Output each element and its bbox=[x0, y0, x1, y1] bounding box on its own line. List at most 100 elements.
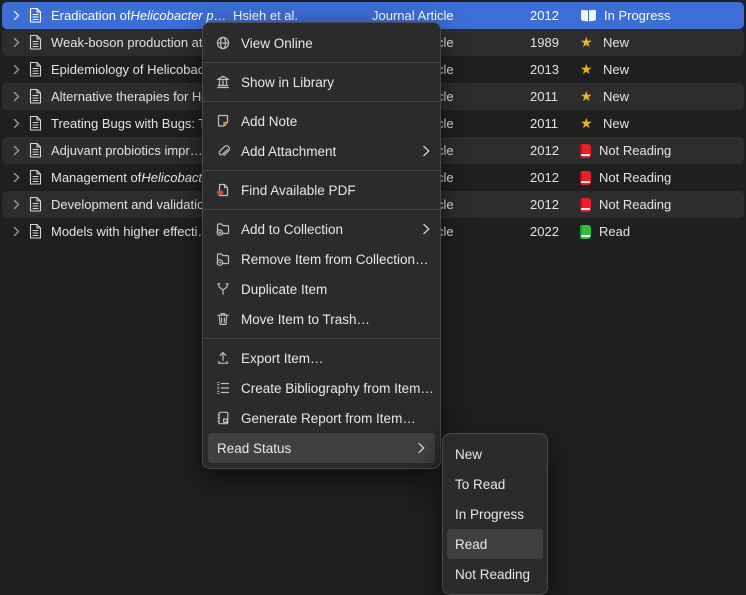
submenu-arrow-icon bbox=[423, 145, 430, 157]
menu-item-add-attachment[interactable]: Add Attachment bbox=[203, 136, 440, 166]
menu-separator bbox=[203, 209, 440, 210]
item-year: 2013 bbox=[530, 56, 559, 83]
read-status-cell: New bbox=[580, 29, 629, 56]
status-label: New bbox=[603, 116, 629, 131]
status-star-icon bbox=[580, 35, 595, 50]
folder-minus-icon bbox=[215, 251, 231, 267]
item-year: 2011 bbox=[530, 83, 558, 110]
item-title: Alternative therapies for He bbox=[51, 83, 209, 110]
menu-item-export-item[interactable]: Export Item… bbox=[203, 343, 440, 373]
status-label: In Progress bbox=[604, 8, 670, 23]
pdf-icon bbox=[215, 182, 231, 198]
menu-item-add-to-collection[interactable]: Add to Collection bbox=[203, 214, 440, 244]
read-status-cell: Not Reading bbox=[580, 137, 671, 164]
document-icon bbox=[29, 223, 42, 240]
item-year: 2012 bbox=[530, 191, 559, 218]
expand-chevron-icon[interactable] bbox=[13, 37, 20, 48]
document-icon bbox=[29, 7, 42, 24]
status-label: Not Reading bbox=[599, 197, 671, 212]
document-icon bbox=[29, 115, 42, 132]
status-book-open-icon bbox=[580, 9, 596, 22]
status-book-red-icon bbox=[580, 144, 591, 158]
item-title: Development and validation bbox=[51, 191, 211, 218]
note-icon bbox=[215, 113, 231, 129]
read-status-cell: New bbox=[580, 56, 629, 83]
menu-item-create-bibliography[interactable]: Create Bibliography from Item… bbox=[203, 373, 440, 403]
submenu-item-read[interactable]: Read bbox=[447, 529, 543, 559]
menu-item-read-status[interactable]: Read Status bbox=[208, 433, 435, 463]
item-title: Weak-boson production at bbox=[51, 29, 203, 56]
globe-icon bbox=[215, 35, 231, 51]
expand-chevron-icon[interactable] bbox=[13, 118, 20, 129]
item-title: Adjuvant probiotics impr… bbox=[51, 137, 215, 164]
read-status-cell: New bbox=[580, 110, 629, 137]
item-context-menu: View Online Show in Library Add Note Add… bbox=[202, 22, 441, 469]
report-icon bbox=[215, 410, 231, 426]
library-icon bbox=[215, 74, 231, 90]
menu-item-move-to-trash[interactable]: Move Item to Trash… bbox=[203, 304, 440, 334]
item-title: Eradication of Helicobacter p… bbox=[51, 2, 227, 29]
expand-chevron-icon[interactable] bbox=[13, 145, 20, 156]
item-title: Epidemiology of Helicobact bbox=[51, 56, 208, 83]
menu-item-remove-from-collection[interactable]: Remove Item from Collection… bbox=[203, 244, 440, 274]
menu-item-generate-report[interactable]: Generate Report from Item… bbox=[203, 403, 440, 433]
menu-item-view-online[interactable]: View Online bbox=[203, 28, 440, 58]
item-year: 2012 bbox=[530, 137, 559, 164]
submenu-item-new[interactable]: New bbox=[443, 439, 547, 469]
status-label: New bbox=[603, 62, 629, 77]
status-label: Read bbox=[599, 224, 630, 239]
item-title: Treating Bugs with Bugs: Th bbox=[51, 110, 214, 137]
folder-plus-icon bbox=[215, 221, 231, 237]
expand-chevron-icon[interactable] bbox=[13, 91, 20, 102]
export-icon bbox=[215, 350, 231, 366]
read-status-cell: Not Reading bbox=[580, 164, 671, 191]
read-status-submenu: New To Read In Progress Read Not Reading bbox=[442, 433, 548, 595]
status-label: Not Reading bbox=[599, 143, 671, 158]
expand-chevron-icon[interactable] bbox=[13, 64, 20, 75]
menu-item-duplicate-item[interactable]: Duplicate Item bbox=[203, 274, 440, 304]
expand-chevron-icon[interactable] bbox=[13, 172, 20, 183]
expand-chevron-icon[interactable] bbox=[13, 199, 20, 210]
item-title: Management of Helicobacte bbox=[51, 164, 209, 191]
paperclip-icon bbox=[215, 143, 231, 159]
status-label: New bbox=[603, 35, 629, 50]
document-icon bbox=[29, 88, 42, 105]
status-book-red-icon bbox=[580, 198, 591, 212]
menu-item-find-available-pdf[interactable]: Find Available PDF bbox=[203, 175, 440, 205]
document-icon bbox=[29, 61, 42, 78]
trash-icon bbox=[215, 311, 231, 327]
item-year: 1989 bbox=[530, 29, 559, 56]
submenu-item-not-reading[interactable]: Not Reading bbox=[443, 559, 547, 589]
item-year: 2022 bbox=[530, 218, 559, 245]
item-title: Models with higher effecti… bbox=[51, 218, 210, 245]
item-year: 2012 bbox=[530, 2, 559, 29]
menu-item-add-note[interactable]: Add Note bbox=[203, 106, 440, 136]
document-icon bbox=[29, 34, 42, 51]
expand-chevron-icon[interactable] bbox=[13, 10, 20, 21]
status-book-green-icon bbox=[580, 225, 591, 239]
menu-separator bbox=[203, 338, 440, 339]
document-icon bbox=[29, 169, 42, 186]
status-star-icon bbox=[580, 89, 595, 104]
status-label: Not Reading bbox=[599, 170, 671, 185]
menu-item-show-in-library[interactable]: Show in Library bbox=[203, 67, 440, 97]
fork-icon bbox=[215, 281, 231, 297]
document-icon bbox=[29, 196, 42, 213]
status-star-icon bbox=[580, 116, 595, 131]
status-star-icon bbox=[580, 62, 595, 77]
submenu-item-to-read[interactable]: To Read bbox=[443, 469, 547, 499]
menu-separator bbox=[203, 101, 440, 102]
status-label: New bbox=[603, 89, 629, 104]
item-year: 2012 bbox=[530, 164, 559, 191]
read-status-cell: Read bbox=[580, 218, 630, 245]
expand-chevron-icon[interactable] bbox=[13, 226, 20, 237]
submenu-arrow-icon bbox=[418, 442, 425, 454]
read-status-cell: Not Reading bbox=[580, 191, 671, 218]
read-status-cell: In Progress bbox=[580, 2, 670, 29]
submenu-arrow-icon bbox=[423, 223, 430, 235]
item-year: 2011 bbox=[530, 110, 558, 137]
bibliography-icon bbox=[215, 380, 231, 396]
menu-separator bbox=[203, 170, 440, 171]
submenu-item-in-progress[interactable]: In Progress bbox=[443, 499, 547, 529]
document-icon bbox=[29, 142, 42, 159]
